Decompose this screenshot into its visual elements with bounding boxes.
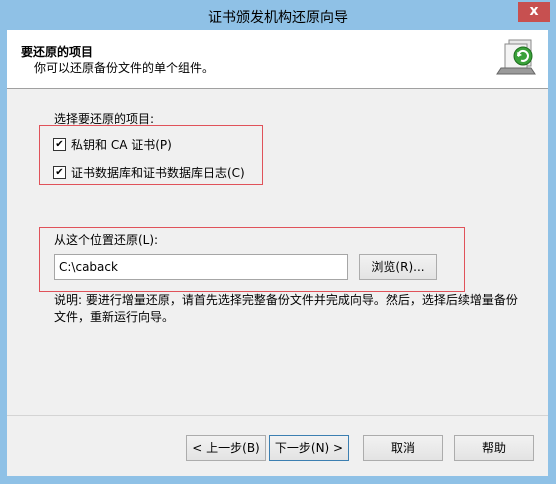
check-mark-icon: ✔ bbox=[55, 166, 64, 178]
cancel-button[interactable]: 取消 bbox=[363, 435, 443, 461]
database-label: 证书数据库和证书数据库日志(C) bbox=[71, 166, 245, 180]
footer-divider bbox=[7, 415, 548, 416]
wizard-body: 要还原的项目 你可以还原备份文件的单个组件。 选择要还原的项目: ✔ 私钥和 C… bbox=[7, 30, 548, 476]
private-key-checkbox[interactable]: ✔ bbox=[53, 138, 66, 151]
checkbox-row-private-key[interactable]: ✔ 私钥和 CA 证书(P) bbox=[53, 136, 172, 153]
title-bar[interactable]: 证书颁发机构还原向导 x bbox=[0, 0, 556, 30]
back-button[interactable]: < 上一步(B) bbox=[186, 435, 266, 461]
page-title: 要还原的项目 bbox=[21, 45, 94, 59]
restore-path-input[interactable]: C:\caback bbox=[54, 254, 348, 280]
next-button[interactable]: 下一步(N) > bbox=[269, 435, 349, 461]
incremental-restore-note: 说明: 要进行增量还原，请首先选择完整备份文件并完成向导。然后，选择后续增量备份… bbox=[54, 293, 518, 324]
help-button[interactable]: 帮助 bbox=[454, 435, 534, 461]
check-mark-icon: ✔ bbox=[55, 138, 64, 150]
wizard-window: 证书颁发机构还原向导 x 要还原的项目 你可以还原备份文件的单个组件。 选择要还… bbox=[0, 0, 556, 484]
header-panel: 要还原的项目 你可以还原备份文件的单个组件。 bbox=[7, 30, 548, 89]
database-checkbox[interactable]: ✔ bbox=[53, 166, 66, 179]
browse-button[interactable]: 浏览(R)... bbox=[359, 254, 437, 280]
backup-restore-icon bbox=[496, 39, 536, 75]
checkbox-row-database[interactable]: ✔ 证书数据库和证书数据库日志(C) bbox=[53, 164, 245, 181]
page-subtitle: 你可以还原备份文件的单个组件。 bbox=[34, 61, 215, 75]
location-label: 从这个位置还原(L): bbox=[54, 233, 159, 247]
close-icon: x bbox=[529, 3, 539, 19]
private-key-label: 私钥和 CA 证书(P) bbox=[71, 138, 172, 152]
window-title: 证书颁发机构还原向导 bbox=[208, 10, 348, 26]
close-button[interactable]: x bbox=[518, 2, 550, 22]
